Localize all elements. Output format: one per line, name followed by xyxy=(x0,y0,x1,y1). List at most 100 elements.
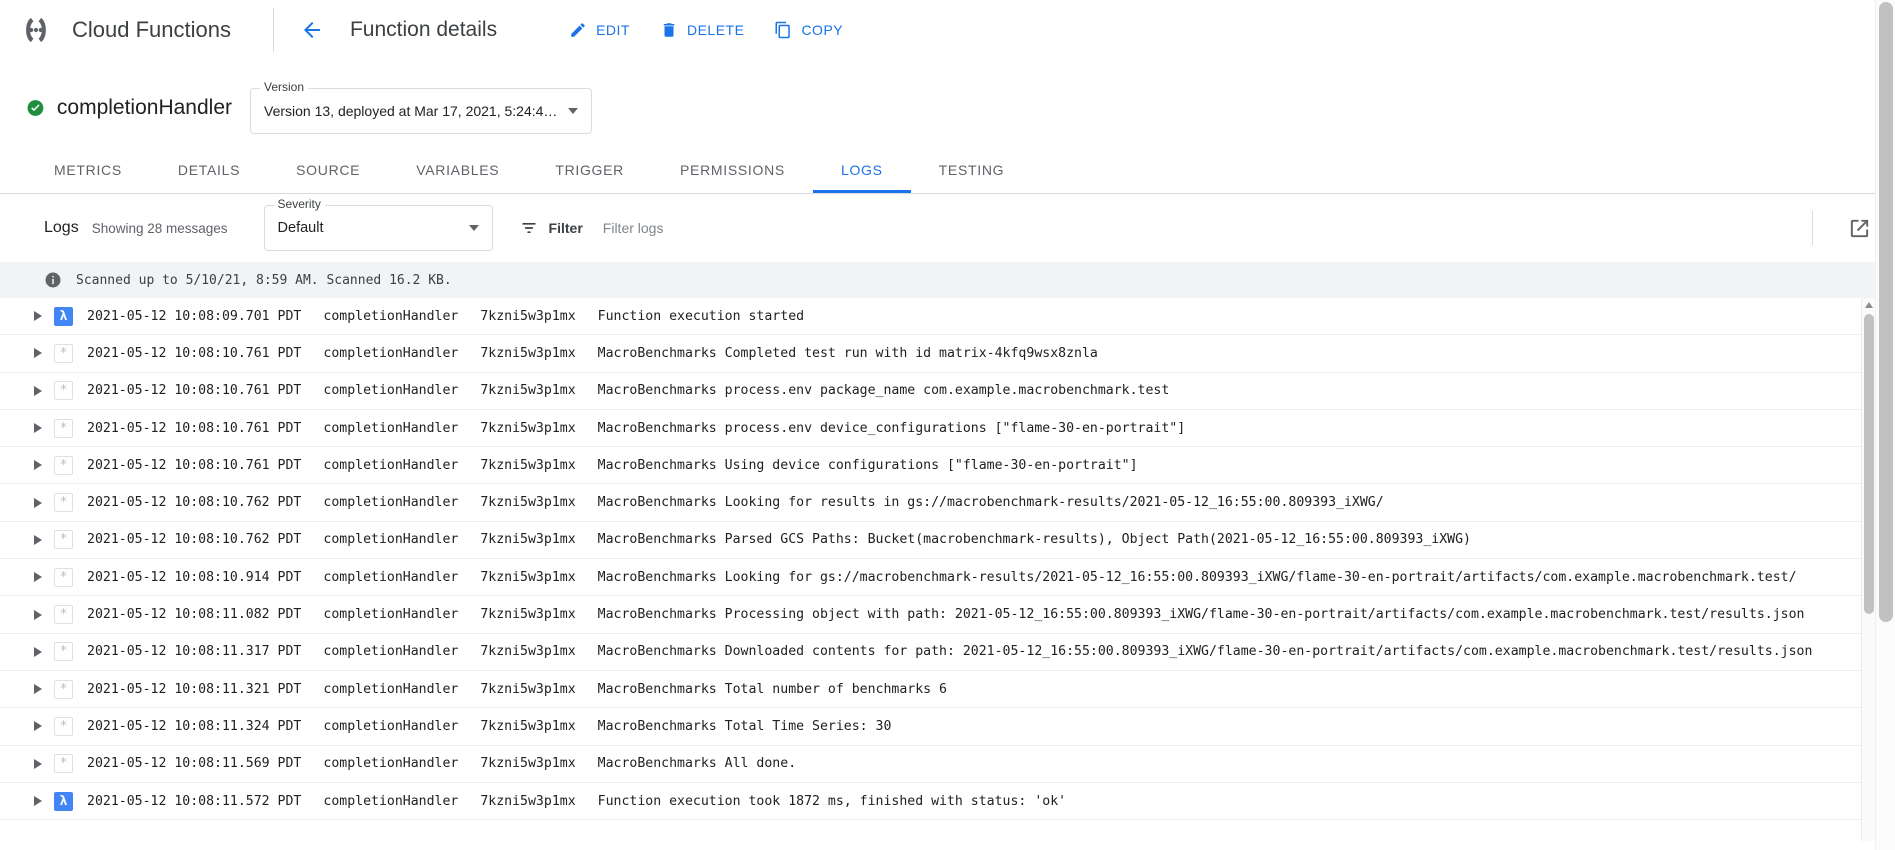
logs-message-count: Showing 28 messages xyxy=(92,221,228,236)
info-icon xyxy=(44,271,62,289)
log-message: MacroBenchmarks Total Time Series: 30 xyxy=(598,719,1875,734)
log-message: MacroBenchmarks Completed test run with … xyxy=(598,346,1875,361)
open-in-new-button[interactable] xyxy=(1839,208,1879,248)
tab-metrics-label: METRICS xyxy=(54,162,122,178)
table-row[interactable]: *2021-05-12 10:08:11.569 PDTcompletionHa… xyxy=(0,746,1875,783)
log-message: Function execution took 1872 ms, finishe… xyxy=(598,794,1875,809)
chevron-right-icon[interactable] xyxy=(26,498,50,508)
header-divider xyxy=(273,8,274,52)
logs-toolbar: Logs Showing 28 messages Severity Defaul… xyxy=(0,194,1895,262)
table-row[interactable]: *2021-05-12 10:08:10.762 PDTcompletionHa… xyxy=(0,484,1875,521)
log-timestamp: 2021-05-12 10:08:10.914 PDT xyxy=(87,570,301,585)
filter-group: Filter xyxy=(519,216,923,240)
log-execution-id: 7kzni5w3p1mx xyxy=(480,421,575,436)
tab-variables-label: VARIABLES xyxy=(416,162,499,178)
chevron-right-icon[interactable] xyxy=(26,460,50,470)
tab-source[interactable]: SOURCE xyxy=(268,146,388,193)
app-header: Cloud Functions Function details EDIT DE… xyxy=(0,0,1895,60)
table-row[interactable]: * 2021-05-12 10:08:10.762 PDT completionHa… xyxy=(0,522,1875,559)
tab-details-label: DETAILS xyxy=(178,162,240,178)
tab-trigger[interactable]: TRIGGER xyxy=(527,146,652,193)
log-execution-id: 7kzni5w3p1mx xyxy=(480,458,575,473)
tab-metrics[interactable]: METRICS xyxy=(26,146,150,193)
chevron-right-icon[interactable] xyxy=(26,684,50,694)
product-title: Cloud Functions xyxy=(72,17,231,43)
table-row[interactable]: *2021-05-12 10:08:11.321 PDTcompletionHa… xyxy=(0,671,1875,708)
filter-icon[interactable] xyxy=(519,218,539,238)
tab-variables[interactable]: VARIABLES xyxy=(388,146,527,193)
table-row[interactable]: *2021-05-12 10:08:10.761 PDTcompletionHa… xyxy=(0,335,1875,372)
copy-button[interactable]: COPY xyxy=(764,14,853,46)
tab-source-label: SOURCE xyxy=(296,162,360,178)
tab-permissions[interactable]: PERMISSIONS xyxy=(652,146,813,193)
tab-details[interactable]: DETAILS xyxy=(150,146,268,193)
table-row[interactable]: *2021-05-12 10:08:10.914 PDTcompletionHa… xyxy=(0,559,1875,596)
log-timestamp: 2021-05-12 10:08:10.762 PDT xyxy=(87,532,301,547)
table-row[interactable]: *2021-05-12 10:08:10.761 PDTcompletionHa… xyxy=(0,373,1875,410)
log-timestamp: 2021-05-12 10:08:10.761 PDT xyxy=(87,383,301,398)
severity-badge: * xyxy=(54,530,73,549)
chevron-right-icon[interactable] xyxy=(26,386,50,396)
table-row[interactable]: *2021-05-12 10:08:10.761 PDTcompletionHa… xyxy=(0,447,1875,484)
log-execution-id: 7kzni5w3p1mx xyxy=(480,644,575,659)
table-row[interactable]: *2021-05-12 10:08:11.317 PDTcompletionHa… xyxy=(0,634,1875,671)
cloud-functions-logo-icon xyxy=(14,8,58,52)
table-row[interactable]: λ2021-05-12 10:08:09.701 PDTcompletionHa… xyxy=(0,298,1875,335)
scrollbar-thumb[interactable] xyxy=(1864,314,1874,614)
chevron-right-icon[interactable] xyxy=(26,535,50,545)
table-row[interactable]: λ2021-05-12 10:08:11.572 PDTcompletionHa… xyxy=(0,783,1875,820)
table-row[interactable]: *2021-05-12 10:08:11.324 PDTcompletionHa… xyxy=(0,708,1875,745)
chevron-right-icon[interactable] xyxy=(26,311,50,321)
log-execution-id: 7kzni5w3p1mx xyxy=(480,532,575,547)
tab-testing-label: TESTING xyxy=(939,162,1005,178)
log-function-name: completionHandler xyxy=(323,756,458,771)
chevron-right-icon[interactable] xyxy=(26,572,50,582)
logs-heading: Logs xyxy=(44,219,79,237)
function-details-page: Cloud Functions Function details EDIT DE… xyxy=(0,0,1895,850)
log-function-name: completionHandler xyxy=(323,532,458,547)
chevron-right-icon[interactable] xyxy=(26,796,50,806)
version-selected-value: Version 13, deployed at Mar 17, 2021, 5:… xyxy=(264,103,558,119)
chevron-right-icon[interactable] xyxy=(26,423,50,433)
log-function-name: completionHandler xyxy=(323,346,458,361)
log-function-name: completionHandler xyxy=(323,309,458,324)
chevron-right-icon[interactable] xyxy=(26,348,50,358)
version-select[interactable]: Version Version 13, deployed at Mar 17, … xyxy=(250,88,592,134)
pencil-icon xyxy=(569,21,587,39)
chevron-right-icon[interactable] xyxy=(26,721,50,731)
delete-button[interactable]: DELETE xyxy=(650,14,754,46)
log-message: MacroBenchmarks Downloaded contents for … xyxy=(598,644,1875,659)
severity-badge: * xyxy=(54,456,73,475)
log-timestamp: 2021-05-12 10:08:11.324 PDT xyxy=(87,719,301,734)
severity-badge: * xyxy=(54,493,73,512)
log-function-name: completionHandler xyxy=(323,644,458,659)
edit-button[interactable]: EDIT xyxy=(559,14,640,46)
detail-tabs: METRICS DETAILS SOURCE VARIABLES TRIGGER… xyxy=(0,146,1895,194)
log-table-scrollbar[interactable] xyxy=(1861,298,1875,841)
page-scrollbar[interactable] xyxy=(1875,0,1895,850)
chevron-right-icon[interactable] xyxy=(26,610,50,620)
log-table: λ2021-05-12 10:08:09.701 PDTcompletionHa… xyxy=(0,298,1875,841)
chevron-down-icon xyxy=(568,108,578,114)
severity-badge: λ xyxy=(54,307,73,326)
page-scrollbar-thumb[interactable] xyxy=(1879,2,1893,622)
tab-logs[interactable]: LOGS xyxy=(813,146,911,193)
log-message: MacroBenchmarks Processing object with p… xyxy=(598,607,1875,622)
severity-badge: λ xyxy=(54,792,73,811)
tab-testing[interactable]: TESTING xyxy=(911,146,1033,193)
severity-badge: * xyxy=(54,344,73,363)
chevron-right-icon[interactable] xyxy=(26,647,50,657)
log-timestamp: 2021-05-12 10:08:10.762 PDT xyxy=(87,495,301,510)
log-timestamp: 2021-05-12 10:08:11.321 PDT xyxy=(87,682,301,697)
table-row[interactable]: *2021-05-12 10:08:11.082 PDTcompletionHa… xyxy=(0,596,1875,633)
chevron-right-icon[interactable] xyxy=(26,759,50,769)
severity-select[interactable]: Severity Default xyxy=(264,205,493,251)
scrollbar-up-arrow[interactable] xyxy=(1862,298,1875,312)
scan-status-text: Scanned up to 5/10/21, 8:59 AM. Scanned … xyxy=(76,273,452,288)
filter-logs-input[interactable] xyxy=(593,216,923,240)
header-actions: EDIT DELETE COPY xyxy=(559,14,853,46)
log-message: MacroBenchmarks Looking for results in g… xyxy=(598,495,1875,510)
back-button[interactable] xyxy=(292,10,332,50)
severity-selected-value: Default xyxy=(278,220,459,236)
table-row[interactable]: *2021-05-12 10:08:10.761 PDTcompletionHa… xyxy=(0,410,1875,447)
